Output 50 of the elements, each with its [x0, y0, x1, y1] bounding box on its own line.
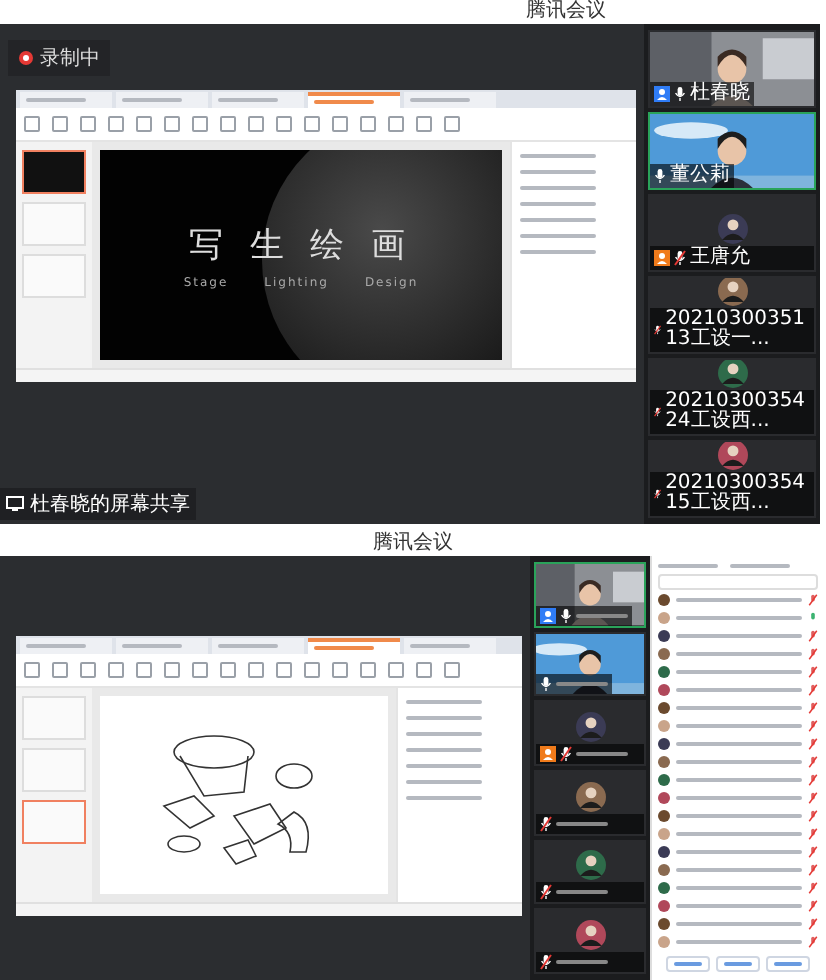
participant-name: 2021030035113工设一...: [665, 310, 808, 350]
participant-name: 2021030035424工设西...: [665, 392, 808, 432]
participant-name: 王唐允: [690, 248, 750, 268]
blurred-text: [556, 821, 608, 826]
participant-row[interactable]: [658, 754, 818, 770]
participant-row[interactable]: [658, 772, 818, 788]
document-tab[interactable]: [116, 638, 208, 654]
participant-row[interactable]: [658, 844, 818, 860]
participant-row[interactable]: [658, 790, 818, 806]
document-tab[interactable]: [212, 92, 304, 108]
participant-row[interactable]: [658, 808, 818, 824]
document-tab[interactable]: [308, 638, 400, 654]
participant-row[interactable]: [658, 664, 818, 680]
footer-button[interactable]: [666, 956, 710, 972]
participant-row[interactable]: [658, 862, 818, 878]
screen-icon: [6, 496, 24, 512]
participant-row[interactable]: [658, 880, 818, 896]
search-field[interactable]: [658, 574, 818, 590]
slide-thumbnail[interactable]: [22, 150, 86, 194]
blurred-text: [576, 613, 628, 618]
share-text: 杜春晓的屏幕共享: [30, 491, 190, 518]
slide-title: 写 生 绘 画: [188, 223, 414, 267]
recording-label: 录制中: [40, 45, 100, 71]
blurred-text: [556, 960, 608, 965]
document-tab[interactable]: [20, 638, 112, 654]
record-icon: [18, 49, 34, 65]
blurred-text: [576, 752, 628, 757]
blurred-text: [556, 682, 608, 687]
participant-row[interactable]: [658, 898, 818, 914]
document-tab[interactable]: [20, 92, 112, 108]
slide-thumbnail[interactable]: [22, 800, 86, 844]
blurred-text: [556, 890, 608, 895]
document-tab[interactable]: [212, 638, 304, 654]
window-title: 腾讯会议: [373, 532, 453, 556]
footer-button[interactable]: [716, 956, 760, 972]
participant-row[interactable]: [658, 916, 818, 932]
footer-button[interactable]: [766, 956, 810, 972]
participant-row[interactable]: [658, 682, 818, 698]
participant-row[interactable]: [658, 646, 818, 662]
participant-row[interactable]: [658, 736, 818, 752]
document-tab[interactable]: [404, 638, 496, 654]
participant-row[interactable]: [658, 592, 818, 608]
document-tab[interactable]: [116, 92, 208, 108]
document-tab[interactable]: [404, 92, 496, 108]
participant-name: 杜春晓: [690, 84, 750, 104]
participant-row[interactable]: [658, 700, 818, 716]
participant-name: 2021030035415工设西...: [665, 474, 808, 514]
participant-row[interactable]: [658, 628, 818, 644]
document-tab[interactable]: [308, 92, 400, 108]
participant-name: 董公莉: [670, 166, 730, 186]
